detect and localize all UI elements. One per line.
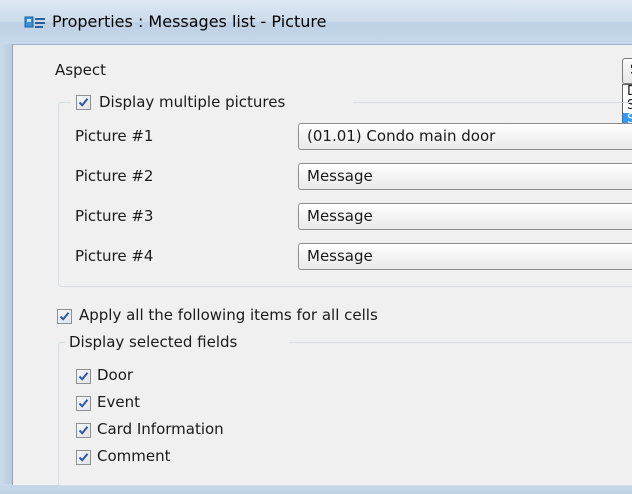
picture-2-value: Message [307,167,373,185]
field-comment-label: Comment [97,447,171,465]
display-multiple-pictures-checkbox[interactable] [76,95,91,110]
window-app-icon [24,14,46,30]
apply-all-checkbox[interactable] [57,309,72,324]
window-title: Properties : Messages list - Picture [52,12,327,31]
display-multiple-pictures-label: Display multiple pictures [99,93,286,111]
picture-1-value: (01.01) Condo main door [307,127,496,145]
aspect-combo[interactable]: S [622,58,632,84]
dialog-client-area: Aspect S D S S Display multiple pictures… [12,44,632,486]
field-door-checkbox[interactable] [76,369,91,384]
picture-3-label: Picture #3 [75,207,154,225]
field-card-information-label: Card Information [97,420,224,438]
picture-3-value: Message [307,207,373,225]
picture-1-select[interactable]: (01.01) Condo main door [298,123,632,150]
picture-3-select[interactable]: Message [298,203,632,230]
apply-all-label: Apply all the following items for all ce… [79,306,378,324]
aspect-option[interactable]: D [623,85,632,99]
picture-1-label: Picture #1 [75,127,154,145]
field-event-checkbox[interactable] [76,396,91,411]
picture-2-label: Picture #2 [75,167,154,185]
picture-4-label: Picture #4 [75,247,154,265]
picture-2-select[interactable]: Message [298,163,632,190]
window-left-border [0,44,12,494]
aspect-label: Aspect [55,61,106,79]
picture-4-select[interactable]: Message [298,243,632,270]
field-card-information-checkbox[interactable] [76,423,91,438]
title-bar[interactable]: Properties : Messages list - Picture [0,0,632,44]
field-door-label: Door [97,366,134,384]
picture-4-value: Message [307,247,373,265]
field-comment-checkbox[interactable] [76,450,91,465]
fields-group-title: Display selected fields [69,333,238,351]
field-event-label: Event [97,393,140,411]
